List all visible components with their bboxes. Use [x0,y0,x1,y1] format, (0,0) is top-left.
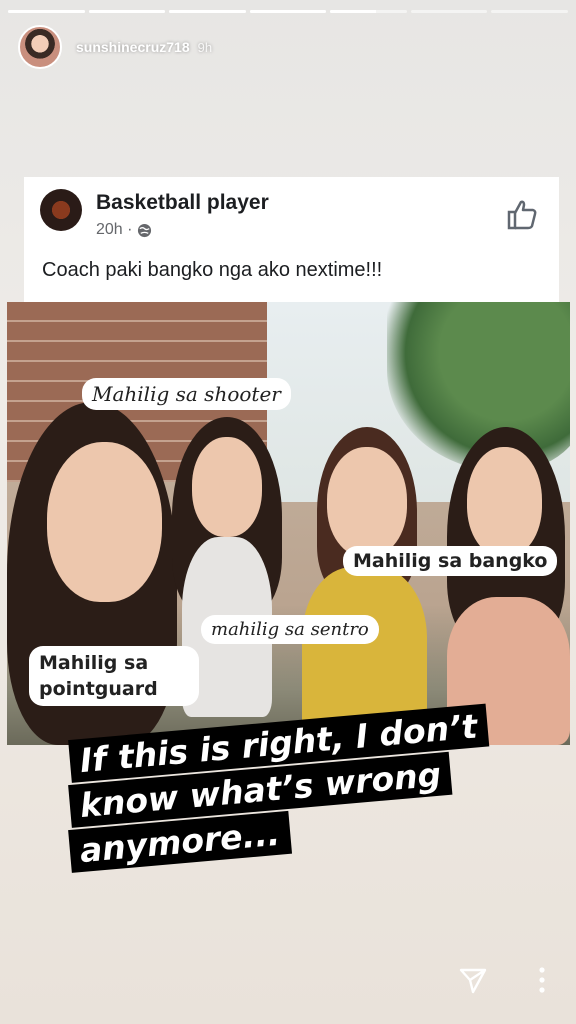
progress-segment [491,10,569,13]
story-caption: If this is right, I don’t know what’s wr… [68,703,530,875]
post-meta: 20h · [96,221,152,239]
globe-icon [138,223,152,237]
username[interactable]: sunshinecruz718 [76,39,190,55]
avatar[interactable] [18,25,62,69]
progress-segment [330,10,407,13]
page-logo [40,189,82,231]
label-sentro: mahilig sa sentro [201,615,379,644]
label-bangko: Mahilig sa bangko [343,546,558,576]
progress-segment [169,10,246,13]
progress-segment [410,10,488,13]
page-name: Basketball player [96,191,269,214]
post-photo: Mahilig sa shooter Mahilig sa bangko mah… [7,302,570,745]
facebook-post-card: Basketball player 20h · Coach paki bangk… [24,177,559,302]
post-text: Coach paki bangko nga ako nextime!!! [42,259,383,281]
thumbs-up-icon[interactable] [505,197,539,231]
label-pointguard: Mahilig sa pointguard [29,646,199,706]
progress-segment [249,10,327,13]
person-4 [442,427,570,745]
label-shooter: Mahilig sa shooter [82,378,291,410]
person-3 [292,427,432,745]
story-header[interactable]: sunshinecruz718 9h [18,25,212,69]
send-icon[interactable] [458,965,488,995]
story-progress-bar [8,10,569,13]
progress-segment [88,10,166,13]
post-time: 20h · [96,221,133,238]
story-time: 9h [197,39,213,55]
progress-segment [8,10,85,13]
more-vertical-icon[interactable] [532,965,552,995]
